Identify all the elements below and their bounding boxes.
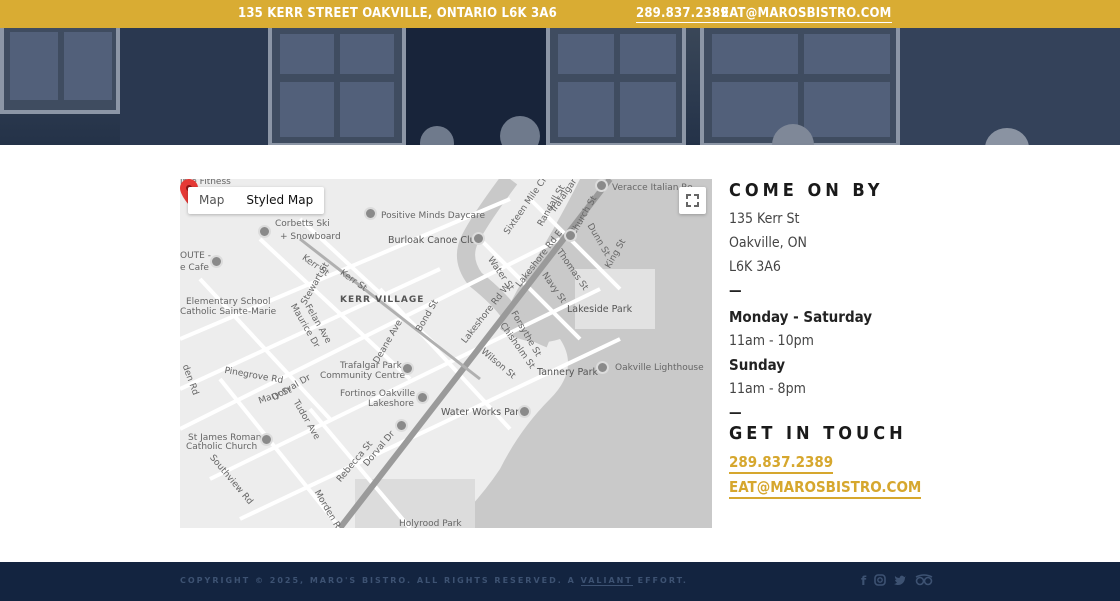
map-label: Lakeshore (368, 399, 414, 409)
email-link[interactable]: EAT@MAROSBISTRO.COM (729, 478, 922, 499)
map-poi-icon[interactable] (472, 232, 485, 245)
hours-day-sunday: Sunday (729, 356, 786, 374)
map-label: Burloak Canoe Club (388, 235, 482, 246)
get-in-touch-heading: GET IN TOUCH (729, 423, 907, 444)
map-label: Fortinos Oakville (340, 389, 416, 399)
google-map[interactable]: ime Fitness Veracce Italian Re Positive … (180, 179, 712, 528)
hero-image (0, 28, 1120, 145)
come-on-by-heading: COME ON BY (729, 180, 884, 201)
map-poi-icon[interactable] (595, 179, 608, 192)
top-bar: 135 KERR STREET OAKVILLE, ONTARIO L6K 3A… (0, 0, 1120, 28)
footer: COPYRIGHT © 2025, MARO'S BISTRO. ALL RIG… (0, 562, 1120, 601)
contact-info: COME ON BY 135 Kerr St Oakville, ON L6K … (729, 180, 989, 499)
copyright-text: COPYRIGHT © 2025, MARO'S BISTRO. ALL RIG… (180, 576, 688, 586)
map-type-styled-button[interactable]: Styled Map (235, 187, 324, 214)
fullscreen-button[interactable] (679, 187, 706, 214)
hero-window-center-right (546, 28, 686, 145)
map-label: Water Works Park (441, 407, 525, 418)
map-label: KERR VILLAGE (340, 295, 425, 305)
map-label: Catholic Church (186, 442, 258, 452)
map-label: e Cafe (180, 263, 209, 273)
fullscreen-icon (686, 194, 699, 207)
map-poi-icon[interactable] (260, 433, 273, 446)
copyright-suffix: EFFORT. (637, 576, 688, 585)
address-postal: L6K 3A6 (729, 259, 781, 275)
map-label: Positive Minds Daycare (381, 211, 486, 221)
map-label: Catholic Sainte-Marie (180, 307, 277, 317)
map-label: Community Centre (320, 371, 406, 381)
social-icons: f (861, 574, 933, 589)
map-label: Elementary School (186, 297, 271, 307)
hours-sunday: 11am - 8pm (729, 381, 806, 397)
map-label: Tannery Park (537, 367, 599, 378)
hours-day-weekday: Monday - Saturday (729, 308, 873, 326)
hero-window-center-left (268, 28, 406, 145)
facebook-icon[interactable]: f (861, 574, 866, 589)
map-poi-icon[interactable] (518, 405, 531, 418)
map-type-map-button[interactable]: Map (188, 187, 235, 214)
map-label: OUTE - (180, 251, 211, 261)
map-label: Holyrood Park (399, 519, 462, 528)
instagram-icon[interactable] (874, 574, 887, 589)
map-poi-icon[interactable] (395, 419, 408, 432)
map-poi-icon[interactable] (564, 229, 577, 242)
address-street: 135 Kerr St (729, 211, 800, 227)
topbar-phone-link[interactable]: 289.837.2389 (636, 6, 729, 23)
map-poi-icon[interactable] (210, 255, 223, 268)
map-poi-icon[interactable] (364, 207, 377, 220)
divider: — (729, 405, 742, 421)
hero-window-left (0, 28, 120, 114)
valiant-link[interactable]: VALIANT (580, 576, 633, 586)
topbar-email-link[interactable]: EAT@MAROSBISTRO.COM (721, 6, 892, 23)
phone-link[interactable]: 289.837.2389 (729, 453, 834, 474)
map-poi-icon[interactable] (416, 391, 429, 404)
map-poi-icon[interactable] (596, 361, 609, 374)
twitter-icon[interactable] (894, 574, 907, 589)
map-label: Corbetts Ski (275, 219, 330, 229)
hours-weekday: 11am - 10pm (729, 333, 814, 349)
map-poi-icon[interactable] (258, 225, 271, 238)
tripadvisor-icon[interactable] (915, 574, 933, 589)
map-label: + Snowboard (280, 232, 341, 242)
map-label: Lakeside Park (567, 304, 633, 315)
address-city: Oakville, ON (729, 235, 807, 251)
map-poi-icon[interactable] (401, 362, 414, 375)
map-type-toggle: Map Styled Map (188, 187, 325, 214)
map-label: Oakville Lighthouse (615, 363, 704, 373)
copyright-label: COPYRIGHT © 2025, MARO'S BISTRO. ALL RIG… (180, 576, 576, 585)
divider: — (729, 283, 742, 299)
map-label: Trafalgar Park (340, 361, 402, 371)
topbar-address: 135 KERR STREET OAKVILLE, ONTARIO L6K 3A… (238, 6, 557, 21)
